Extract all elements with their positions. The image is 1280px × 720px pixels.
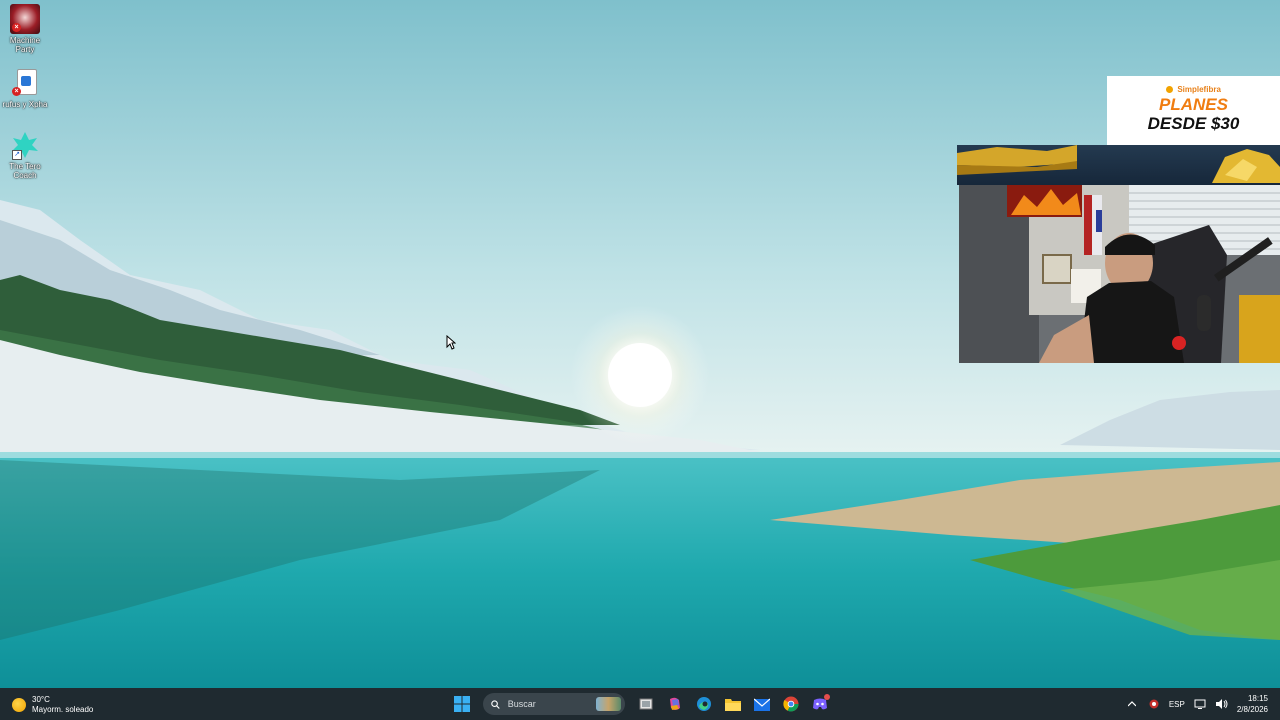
ad-brand: Simplefibra xyxy=(1177,85,1221,94)
shortcut-arrow-icon: ↗ xyxy=(12,150,22,160)
show-hidden-icons-button[interactable] xyxy=(1125,692,1139,716)
security-app-icon xyxy=(1149,699,1159,709)
notification-dot-icon xyxy=(824,694,830,700)
task-view-button[interactable] xyxy=(634,692,658,716)
game-shortcut-icon: × xyxy=(10,4,40,34)
start-icon xyxy=(454,696,470,712)
language-indicator[interactable]: ESP xyxy=(1169,700,1185,709)
clock-time: 18:15 xyxy=(1247,694,1268,703)
system-tray: ESP 18:15 2/8/2026 xyxy=(1125,688,1280,720)
desktop-icon-label: Machine xyxy=(9,36,41,45)
desktop-icon-label: rufus y Xpha xyxy=(2,100,48,109)
taskbar-center xyxy=(450,691,832,717)
weather-widget[interactable]: 30°C Mayorm. soleado xyxy=(12,694,93,716)
network-icon xyxy=(1194,699,1206,709)
search-input[interactable] xyxy=(505,698,590,710)
desktop-icon-label: The Tero xyxy=(9,162,41,171)
taskbar-clock[interactable]: 18:15 2/8/2026 xyxy=(1237,693,1268,715)
chrome-button[interactable] xyxy=(779,692,803,716)
search-highlight-thumbnail xyxy=(595,697,621,711)
network-button[interactable] xyxy=(1193,692,1207,716)
start-button[interactable] xyxy=(450,692,474,716)
mail-icon xyxy=(754,698,770,711)
file-explorer-button[interactable] xyxy=(721,692,745,716)
edge-button[interactable] xyxy=(692,692,716,716)
chevron-up-icon xyxy=(1127,701,1136,707)
webcam-banner xyxy=(957,145,1280,185)
file-shortcut-icon: × xyxy=(10,68,40,98)
mail-button[interactable] xyxy=(750,692,774,716)
sunny-weather-icon xyxy=(12,698,26,712)
task-view-icon xyxy=(639,698,653,710)
stream-ad-overlay: Simplefibra PLANES DESDE $30 xyxy=(1107,76,1280,146)
discord-button[interactable] xyxy=(808,692,832,716)
weather-condition: Mayorm. soleado xyxy=(32,705,94,714)
brand-logo-icon xyxy=(1166,86,1174,94)
taskbar: 30°C Mayorm. soleado Buscar ESP 18:15 2/… xyxy=(0,688,1280,720)
volume-button[interactable] xyxy=(1215,692,1229,716)
ad-price: DESDE $30 xyxy=(1147,114,1240,133)
desktop-icon-tero-coach[interactable]: ↗ The Tero Coach xyxy=(0,130,50,180)
error-badge-icon: × xyxy=(12,23,21,32)
search-icon xyxy=(491,699,500,709)
desktop-icon-rufus[interactable]: × rufus y Xpha xyxy=(0,68,50,109)
speaker-icon xyxy=(1215,699,1228,709)
mouse-cursor-icon xyxy=(446,334,457,355)
tray-app-button[interactable] xyxy=(1147,692,1161,716)
weather-temperature: 30°C xyxy=(32,695,50,704)
ad-headline: PLANES xyxy=(1159,95,1228,114)
error-badge-icon: × xyxy=(12,87,21,96)
edge-icon xyxy=(697,697,711,711)
chrome-icon xyxy=(783,696,799,712)
webcam-feed xyxy=(959,185,1280,363)
copilot-button[interactable] xyxy=(663,692,687,716)
taskbar-search[interactable] xyxy=(483,693,625,715)
app-shortcut-icon: ↗ xyxy=(10,130,40,160)
desktop-icon-label: Party xyxy=(15,45,35,54)
copilot-icon xyxy=(670,697,680,710)
desktop-icon-label: Coach xyxy=(13,171,37,180)
desktop-icon-machine-party[interactable]: × Machine Party xyxy=(0,4,50,54)
file-explorer-icon xyxy=(725,699,741,711)
clock-date: 2/8/2026 xyxy=(1236,705,1268,714)
